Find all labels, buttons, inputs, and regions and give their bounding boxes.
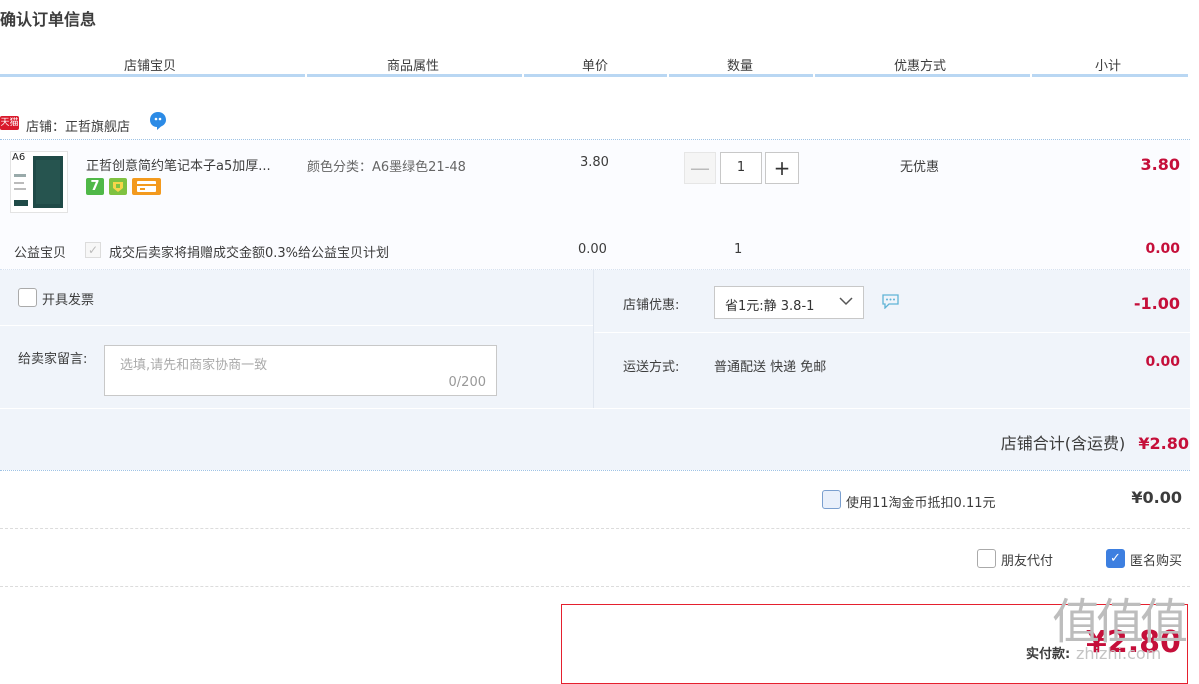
message-bubble-icon[interactable] [882, 294, 899, 313]
charity-quantity: 1 [734, 242, 743, 257]
coin-deduction-checkbox[interactable] [822, 490, 841, 509]
wangwang-chat-icon[interactable] [148, 111, 168, 131]
page-title: 确认订单信息 [0, 10, 97, 29]
item-discount: 无优惠 [900, 160, 940, 175]
shop-name[interactable]: 店铺：正哲旗舰店 [26, 116, 130, 135]
coin-deduction-amount: ¥0.00 [1131, 488, 1182, 507]
shop-total: 店铺合计(含运费) ¥2.80 [1001, 430, 1189, 454]
shipping-amount: 0.00 [1145, 354, 1180, 370]
options-row-divider [0, 325, 593, 326]
header-divider [667, 74, 669, 77]
message-placeholder: 选填,请先和商家协商一致 [120, 358, 268, 373]
header-divider [305, 74, 307, 77]
item-subtotal: 3.80 [1140, 155, 1180, 174]
watermark-url: zhizhi.com [1076, 644, 1162, 663]
shop-discount-label: 店铺优惠: [623, 298, 680, 313]
col-discount: 优惠方式 [894, 59, 947, 74]
header-divider [522, 74, 524, 77]
unit-price: 3.80 [580, 155, 609, 170]
message-textarea[interactable]: 选填,请先和商家协商一致 0/200 [104, 345, 497, 396]
tmall-badge: 天猫 [0, 116, 19, 130]
message-label: 给卖家留言: [18, 352, 88, 367]
options-column-divider [593, 270, 594, 408]
shop-discount-amount: -1.00 [1133, 294, 1180, 313]
col-unit-price: 单价 [582, 59, 609, 74]
charity-label: 公益宝贝 [14, 246, 67, 261]
checks-divider [0, 586, 1190, 587]
credit-card-icon[interactable] [132, 178, 161, 195]
charity-price: 0.00 [578, 242, 607, 257]
seven-day-return-badge[interactable]: 7 [86, 178, 104, 195]
header-underline [0, 74, 1188, 77]
quantity-decrease-button[interactable]: — [684, 152, 716, 184]
col-quantity: 数量 [727, 59, 754, 74]
charity-subtotal: 0.00 [1145, 241, 1180, 257]
col-attributes: 商品属性 [387, 59, 440, 74]
charity-description: 成交后卖家将捐赠成交金额0.3%给公益宝贝计划 [109, 246, 390, 261]
col-subtotal: 小计 [1095, 59, 1122, 74]
product-attribute: 颜色分类：A6墨绿色21-48 [307, 160, 466, 175]
quantity-increase-button[interactable]: + [765, 152, 799, 184]
col-item: 店铺宝贝 [124, 59, 177, 74]
message-char-count: 0/200 [448, 375, 486, 390]
options-divider [0, 269, 1190, 270]
shop-total-amount: ¥2.80 [1138, 434, 1189, 453]
guarantee-icon[interactable] [109, 178, 127, 195]
chevron-down-icon [839, 294, 853, 312]
invoice-label: 开具发票 [42, 293, 95, 308]
charity-checkbox: ✓ [85, 242, 101, 258]
shop-total-label: 店铺合计(含运费) [1000, 434, 1126, 453]
product-title[interactable]: 正哲创意简约笔记本子a5加厚... [86, 155, 271, 174]
options-row-divider [0, 408, 1190, 409]
header-divider [813, 74, 815, 77]
header-divider [1030, 74, 1032, 77]
watermark-logo: 值值值 [1052, 594, 1188, 650]
anonymous-label: 匿名购买 [1130, 554, 1183, 569]
quantity-input[interactable]: 1 [720, 152, 762, 184]
coins-divider [0, 528, 1190, 529]
coin-deduction-label: 使用11淘金币抵扣0.11元 [846, 496, 996, 511]
friend-pay-checkbox[interactable] [977, 549, 996, 568]
thumb-tag: A6 [12, 152, 26, 163]
shipping-label: 运送方式: [623, 360, 680, 375]
total-divider [0, 470, 1190, 471]
options-row-divider [594, 332, 1190, 333]
shop-discount-select[interactable]: 省1元:静 3.8-1 [714, 286, 864, 319]
invoice-checkbox[interactable] [18, 288, 37, 307]
friend-pay-label: 朋友代付 [1001, 554, 1054, 569]
shop-discount-value: 省1元:静 3.8-1 [725, 299, 815, 314]
shipping-method: 普通配送 快递 免邮 [714, 360, 827, 375]
anonymous-checkbox[interactable]: ✓ [1106, 549, 1125, 568]
